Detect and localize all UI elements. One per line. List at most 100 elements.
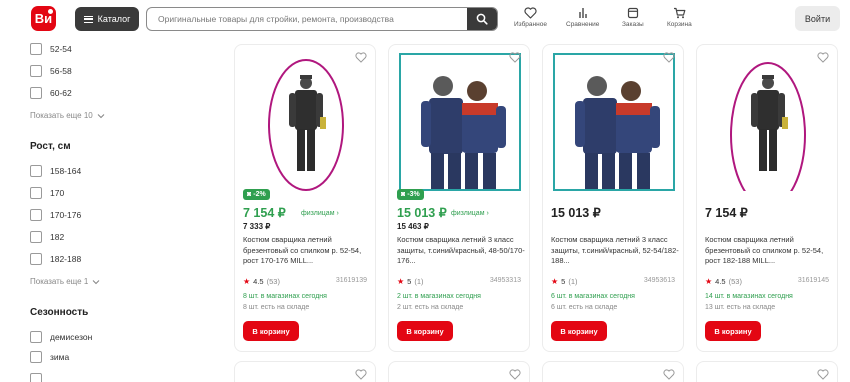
discount-value: -3% [407,191,420,198]
logo-dot [48,9,53,14]
filter-option-label: зима [50,352,70,362]
rating-value: 4.5 [715,277,726,286]
filter-size-option[interactable]: 56-58 [30,65,72,77]
stock-warehouse: 6 шт. есть на складе [551,304,618,311]
product-image[interactable] [245,53,367,191]
filter-height-option[interactable]: 170-176 [30,209,81,221]
login-button[interactable]: Войти [795,6,840,31]
favorite-heart-icon[interactable] [817,369,829,380]
price-note-link[interactable]: физлицам › [451,210,489,217]
product-image[interactable] [399,53,521,191]
show-more-label: Показать еще 1 [30,277,89,286]
filter-height-option[interactable]: 182-188 [30,253,81,265]
filter-option-label: 52-54 [50,44,72,54]
checkbox[interactable] [30,65,42,77]
favorite-heart-icon[interactable] [817,52,829,63]
stock-warehouse: 8 шт. есть на складе [243,304,310,311]
product-rating: ★ 5 (1) [397,277,424,286]
product-card[interactable]: ◙ -2% 7 154 ₽ физлицам › 7 333 ₽ Костюм … [234,44,376,352]
review-count: (1) [414,277,424,286]
price-note-link[interactable]: физлицам › [301,210,339,217]
rating-value: 5 [561,277,566,286]
header: Ви Каталог Избранное Сравнение Заказы Ко… [0,0,850,38]
checkbox[interactable] [30,351,42,363]
filter-option-label: 182-188 [50,254,82,264]
add-to-cart-button[interactable]: В корзину [243,321,299,341]
catalog-button[interactable]: Каталог [75,7,139,31]
add-to-cart-button[interactable]: В корзину [705,321,761,341]
nav-favorites[interactable]: Избранное [514,7,547,28]
product-sku: 31619139 [335,277,367,284]
checkbox[interactable] [30,253,42,265]
stock-warehouse: 2 шт. есть на складе [397,304,464,311]
favorite-heart-icon[interactable] [509,52,521,63]
product-rating: ★ 4.5 (53) [243,277,280,286]
checkbox[interactable] [30,209,42,221]
old-price: 7 333 ₽ [243,222,271,231]
filter-season-option[interactable]: демисезон [30,331,92,343]
product-rating: ★ 4.5 (53) [705,277,742,286]
chevron-down-icon [92,279,100,284]
stock-store: 6 шт. в магазинах сегодня [551,293,635,300]
product-title[interactable]: Костюм сварщика летний 3 класс защиты, т… [397,235,525,267]
favorite-heart-icon[interactable] [663,52,675,63]
star-icon: ★ [243,277,251,286]
filter-size-option[interactable]: 60-62 [30,87,72,99]
site-logo[interactable]: Ви [31,6,56,31]
product-title[interactable]: Костюм сварщика летний брезентовый со сп… [705,235,833,267]
height-show-more-link[interactable]: Показать еще 1 [30,277,100,286]
stock-store: 8 шт. в магазинах сегодня [243,293,327,300]
stock-store: 14 шт. в магазинах сегодня [705,293,793,300]
product-card[interactable] [542,361,684,382]
add-to-cart-button[interactable]: В корзину [397,321,453,341]
nav-favorites-label: Избранное [514,21,547,28]
filter-size-option[interactable]: 52-54 [30,43,72,55]
checkbox[interactable] [30,331,42,343]
checkbox[interactable] [30,373,42,382]
checkbox[interactable] [30,165,42,177]
checkbox[interactable] [30,231,42,243]
product-card[interactable]: 15 013 ₽ Костюм сварщика летний 3 класс … [542,44,684,352]
checkbox[interactable] [30,87,42,99]
checkbox[interactable] [30,43,42,55]
percent-icon: ◙ [247,191,252,198]
height-filter-title: Рост, см [30,141,71,152]
product-image[interactable] [553,53,675,191]
nav-compare[interactable]: Сравнение [566,7,599,28]
search-button[interactable] [467,8,497,30]
filter-height-option[interactable]: 170 [30,187,64,199]
nav-cart[interactable]: Корзина [667,7,692,28]
product-card[interactable] [388,361,530,382]
search-input[interactable] [147,8,467,30]
size-show-more-link[interactable]: Показать еще 10 [30,111,105,120]
add-to-cart-button[interactable]: В корзину [551,321,607,341]
product-title[interactable]: Костюм сварщика летний 3 класс защиты, т… [551,235,679,267]
search-bar [146,7,498,31]
filter-option-label: 182 [50,232,65,242]
show-more-label: Показать еще 10 [30,111,93,120]
product-card[interactable]: ◙ -3% 15 013 ₽ физлицам › 15 463 ₽ Костю… [388,44,530,352]
filter-season-option[interactable] [30,373,42,382]
checkbox[interactable] [30,187,42,199]
product-card[interactable] [234,361,376,382]
filter-height-option[interactable]: 182 [30,231,64,243]
filter-height-option[interactable]: 158-164 [30,165,81,177]
filter-option-label: 60-62 [50,88,72,98]
rating-value: 5 [407,277,412,286]
favorite-heart-icon[interactable] [355,52,367,63]
favorite-heart-icon[interactable] [355,369,367,380]
product-title[interactable]: Костюм сварщика летний брезентовый со сп… [243,235,371,267]
favorite-heart-icon[interactable] [509,369,521,380]
product-card[interactable] [696,361,838,382]
favorite-heart-icon[interactable] [663,369,675,380]
product-price: 7 154 ₽ [243,206,286,220]
rating-value: 4.5 [253,277,264,286]
product-price: 7 154 ₽ [705,206,748,220]
filter-season-option[interactable]: зима [30,351,69,363]
stock-store: 2 шт. в магазинах сегодня [397,293,481,300]
nav-orders[interactable]: Заказы [622,7,644,28]
old-price: 15 463 ₽ [397,222,429,231]
nav-compare-label: Сравнение [566,21,600,28]
product-image[interactable] [707,53,829,191]
product-card[interactable]: 7 154 ₽ Костюм сварщика летний брезентов… [696,44,838,352]
